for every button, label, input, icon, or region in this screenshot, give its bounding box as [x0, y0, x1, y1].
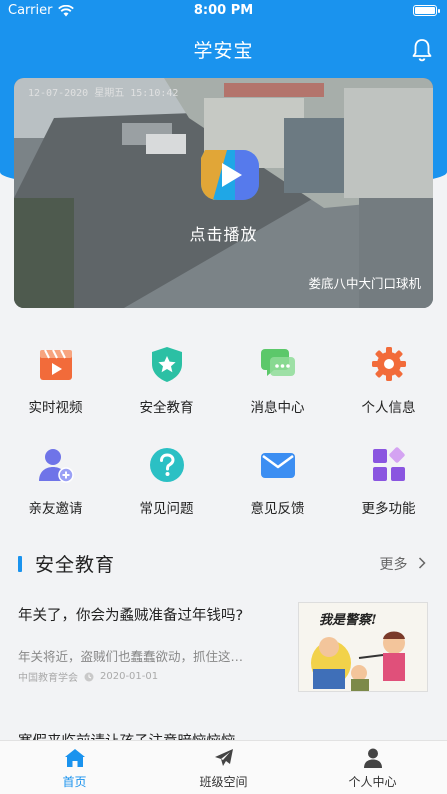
article-summary: 年关将近，盗贼们也蠢蠢欲动，抓住这…: [18, 649, 244, 664]
menu-item-label: 个人信息: [361, 400, 416, 416]
menu-item-label: 消息中心: [250, 400, 305, 416]
add-user-icon: [38, 449, 74, 483]
chevron-right-icon: [418, 557, 426, 569]
shield-star-icon: [151, 347, 182, 382]
menu-item-feedback[interactable]: 意见反馈: [222, 445, 333, 517]
article-card[interactable]: 年关了，你会为蟊贼准备过年钱吗? 年关将近，盗贼们也蠢蠢欲动，抓住这… 中国教育…: [18, 600, 430, 695]
tab-home[interactable]: 首页: [0, 747, 149, 790]
video-timestamp: 12-07-2020 星期五 15:10:42: [28, 88, 179, 99]
bell-icon[interactable]: [411, 38, 433, 62]
bottom-tab-bar: 首页 班级空间 个人中心: [0, 740, 447, 794]
tab-class-space[interactable]: 班级空间: [149, 747, 298, 790]
paper-plane-icon: [214, 749, 233, 766]
gear-icon: [371, 347, 406, 381]
tab-label: 首页: [62, 775, 87, 789]
more-label: 更多: [379, 557, 408, 573]
home-icon: [64, 749, 85, 767]
play-label: 点击播放: [189, 225, 258, 244]
clock-icon: [84, 672, 94, 681]
menu-item-label: 实时视频: [28, 400, 83, 416]
menu-item-faq[interactable]: 常见问题: [111, 445, 222, 517]
camera-name: 娄底八中大门口球机: [308, 276, 421, 291]
video-player[interactable]: 12-07-2020 星期五 15:10:42 点击播放 娄底八中大门口球机: [14, 78, 433, 308]
person-icon: [363, 748, 382, 768]
tab-label: 个人中心: [348, 775, 397, 789]
tab-personal-center[interactable]: 个人中心: [298, 747, 447, 790]
menu-item-safety-education[interactable]: 安全教育: [111, 344, 222, 416]
question-icon: [149, 448, 184, 482]
section-title: 安全教育: [35, 554, 116, 576]
tab-label: 班级空间: [199, 775, 248, 789]
menu-item-more-features[interactable]: 更多功能: [333, 445, 444, 517]
status-time: 8:00 PM: [193, 3, 254, 18]
menu-item-label: 安全教育: [139, 400, 194, 416]
menu-item-label: 亲友邀请: [28, 501, 83, 517]
menu-item-personal-info[interactable]: 个人信息: [333, 344, 444, 416]
menu-item-label: 更多功能: [361, 501, 416, 517]
thumbnail-caption: 我是警察!: [319, 613, 377, 628]
article-date: 2020-01-01: [100, 671, 159, 682]
clapperboard-icon: [39, 349, 72, 380]
article-source: 中国教育学会: [18, 673, 78, 684]
section-accent-bar: [18, 556, 22, 572]
article-thumbnail: 我是警察!: [298, 602, 428, 692]
status-bar: Carrier 8:00 PM: [0, 0, 447, 22]
menu-item-message-center[interactable]: 消息中心: [222, 344, 333, 416]
play-button-icon[interactable]: [197, 146, 263, 204]
page-title: 学安宝: [193, 40, 254, 62]
menu-item-label: 常见问题: [139, 501, 194, 517]
article-title: 年关了，你会为蟊贼准备过年钱吗?: [18, 608, 244, 624]
menu-item-invite-family[interactable]: 亲友邀请: [0, 445, 111, 517]
chat-bubbles-icon: [260, 349, 295, 376]
section-header-safety: 安全教育 更多: [18, 550, 430, 578]
apps-grid-icon: [372, 447, 405, 481]
menu-item-label: 意见反馈: [250, 501, 305, 517]
more-link[interactable]: 更多: [380, 554, 426, 574]
mail-icon: [260, 453, 295, 478]
battery-icon: [413, 5, 440, 16]
menu-item-live-video[interactable]: 实时视频: [0, 344, 111, 416]
article-meta: 中国教育学会 2020-01-01: [18, 669, 158, 684]
